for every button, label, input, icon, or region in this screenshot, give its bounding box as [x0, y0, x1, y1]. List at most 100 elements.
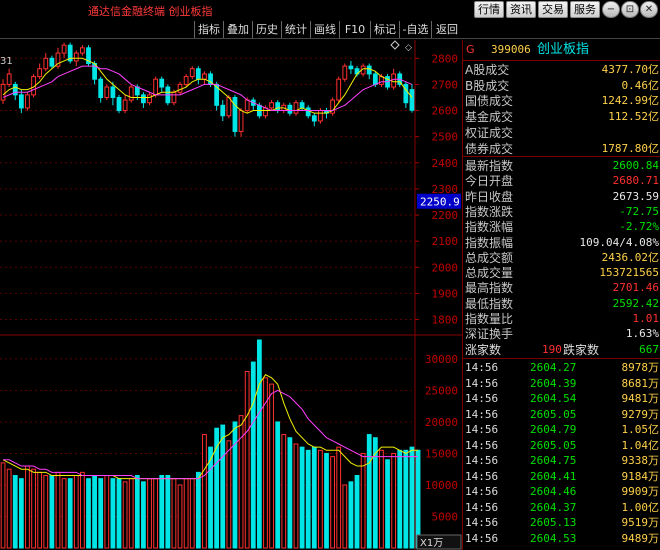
stat-row: 深证换手 1.63% [463, 326, 660, 342]
tab-service[interactable]: 服务 [570, 1, 600, 18]
stat-label: 总成交量 [465, 266, 514, 281]
candle-body [391, 73, 397, 88]
minimize-icon[interactable]: − [602, 1, 620, 18]
stat-row: 最高指数 2701.46 [463, 280, 660, 296]
candle-body [153, 78, 159, 96]
candle-body [116, 96, 122, 112]
volume-bar [104, 475, 110, 549]
tick-volume: 1.00亿 [621, 500, 660, 514]
volume-unit-label: X1万 [420, 538, 443, 549]
stat-value: 1.01 [632, 312, 660, 325]
tick-row: 14:56 2604.37 1.00亿 [463, 500, 660, 516]
tick-price: 2604.41 [530, 469, 577, 483]
volume-bar [147, 478, 152, 549]
tick-volume: 9481万 [621, 392, 660, 405]
volume-bar [165, 475, 171, 549]
tab-news[interactable]: 资讯 [506, 1, 536, 18]
tick-volume: 8978万 [621, 361, 660, 374]
candle-body [171, 91, 177, 104]
volume-bar [86, 478, 91, 549]
volume-bar [25, 465, 30, 549]
close-icon[interactable]: ✕ [640, 1, 658, 18]
volume-bar [214, 427, 220, 549]
candle-body [183, 76, 189, 85]
current-price-label: 2250.9 [420, 196, 460, 209]
volume-axis-label: 25000 [425, 384, 458, 397]
tab-trade[interactable]: 交易 [538, 1, 568, 18]
kline-chart[interactable]: 2800270026002500240023002200210020001900… [0, 0, 462, 550]
stat-row: 指数涨跌 -72.75 [463, 204, 660, 220]
volume-bar [220, 424, 226, 549]
volume-bar [403, 449, 409, 549]
stat-value: 1787.80亿 [601, 141, 659, 155]
volume-bar [189, 478, 195, 549]
stat-label: 基金成交 [465, 110, 514, 125]
volume-bar [299, 446, 305, 549]
volume-bar [366, 434, 372, 549]
volume-bar [330, 456, 336, 549]
tick-row: 14:56 2604.41 9184万 [463, 469, 660, 485]
volume-axis-label: 30000 [425, 353, 458, 366]
volume-bar [415, 449, 421, 549]
candle-body [366, 65, 372, 75]
volume-axis-label: 15000 [425, 447, 458, 460]
candle-body [372, 73, 378, 85]
candle-body [141, 94, 146, 104]
volume-bar [134, 475, 140, 549]
stat-row: 债券成交 1787.80亿 [463, 141, 660, 157]
volume-bar [360, 452, 366, 549]
stat-label: A股成交 [465, 63, 510, 77]
diamond-icon [390, 40, 400, 50]
candle-body [311, 115, 317, 122]
tick-price: 2604.75 [530, 454, 577, 467]
candle-body [409, 89, 415, 111]
stat-row: B股成交 0.46亿 [463, 78, 660, 94]
stat-value: 109.04/4.08% [579, 235, 659, 249]
volume-bar [79, 471, 85, 549]
volume-axis-label: 20000 [425, 416, 458, 429]
price-axis-label: 2100 [432, 235, 459, 248]
candle-body [238, 110, 244, 132]
candle-body [336, 78, 342, 101]
volume-bar [293, 443, 299, 549]
candle-body [226, 96, 232, 117]
tick-time: 14:56 [465, 361, 499, 374]
candle-body [202, 73, 207, 80]
stat-row: 权证成交 [463, 125, 660, 141]
breadth-row: 涨家数 190 跌家数 667 [463, 342, 660, 358]
stat-label: 最新指数 [465, 159, 514, 173]
stat-label: 昨日收盘 [465, 189, 514, 204]
tick-volume: 9909万 [621, 485, 660, 498]
volume-bar [250, 361, 256, 549]
candle-body [110, 86, 116, 98]
volume-bar [324, 452, 329, 549]
volume-bar [195, 471, 201, 549]
tick-price: 2604.37 [530, 500, 577, 514]
candle-body [379, 76, 384, 85]
stat-label: 最高指数 [465, 281, 514, 296]
tick-time: 14:56 [465, 516, 499, 529]
price-axis-label: 2200 [432, 209, 459, 222]
stat-value: 2592.42 [612, 296, 659, 310]
tick-row: 14:56 2604.79 1.05亿 [463, 422, 660, 438]
tick-time: 14:56 [465, 531, 499, 545]
candle-body [293, 102, 299, 114]
tick-time: 14:56 [465, 500, 499, 514]
restore-icon[interactable]: ⊡ [621, 1, 639, 18]
volume-bar [128, 478, 134, 549]
volume-bar [305, 449, 311, 549]
tick-volume: 8681万 [621, 376, 660, 390]
volume-bar [159, 475, 165, 549]
candle-body [305, 107, 311, 117]
candle-body [342, 65, 348, 80]
volume-bar [98, 478, 104, 549]
candle-body [0, 83, 6, 101]
candle-body [122, 99, 128, 112]
tick-volume: 9519万 [621, 516, 660, 529]
tab-market[interactable]: 行情 [474, 1, 504, 18]
candle-body [79, 47, 85, 54]
stat-label: 总成交额 [465, 250, 514, 265]
candle-body [98, 78, 104, 98]
stat-label: 国债成交 [465, 94, 514, 109]
stat-label: 指数振幅 [465, 235, 514, 250]
